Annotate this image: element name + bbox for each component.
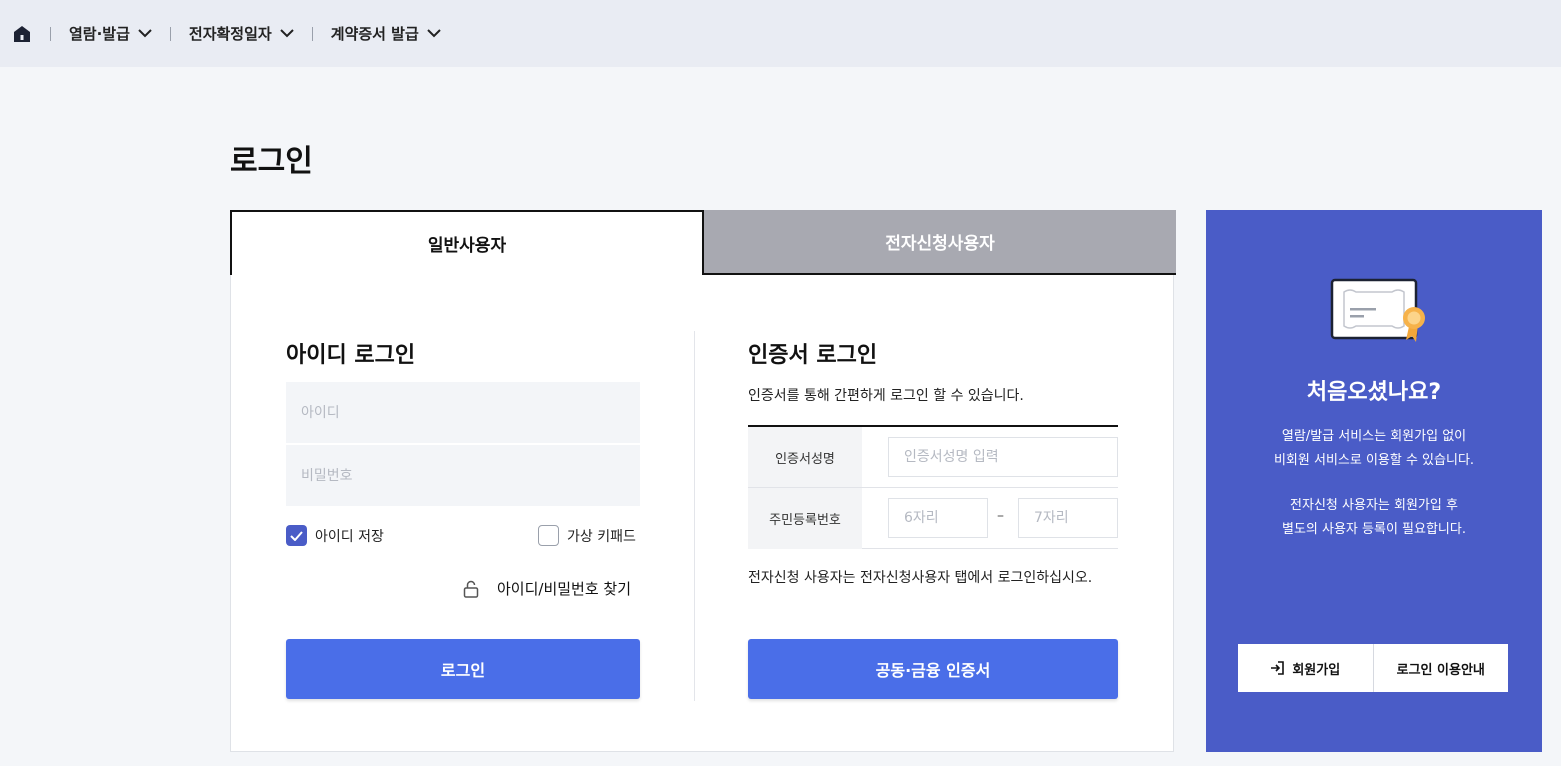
login-guide-button[interactable]: 로그인 이용안내 (1372, 644, 1509, 692)
page-title: 로그인 (230, 144, 313, 179)
cert-name-input[interactable] (888, 437, 1118, 477)
nav-item-e-fixed-date[interactable]: 전자확정일자 (189, 23, 294, 44)
virtual-keypad-label: 가상 키패드 (567, 528, 636, 545)
rrn-row: 주민등록번호 – (748, 488, 1118, 549)
cert-login-title: 인증서 로그인 (748, 343, 878, 368)
rrn-label: 주민등록번호 (748, 488, 862, 549)
rrn-back-input[interactable] (1018, 498, 1118, 538)
checkbox-checked-icon (286, 525, 307, 546)
promo-text-nonmember: 열람/발급 서비스는 회원가입 없이 비회원 서비스로 이용할 수 있습니다. (1206, 425, 1542, 473)
nav-item-contract-issue[interactable]: 계약증서 발급 (331, 23, 441, 44)
save-id-checkbox[interactable]: 아이디 저장 (286, 525, 384, 546)
section-divider (694, 331, 695, 701)
tab-general-user[interactable]: 일반사용자 (230, 210, 704, 275)
password-input[interactable] (286, 445, 640, 506)
login-card: 일반사용자 전자신청사용자 아이디 로그인 아이디 저장 가상 키패드 아이디/… (230, 210, 1176, 752)
nav-item-label: 전자확정일자 (188, 25, 272, 43)
promo-text-line: 비회원 서비스로 이용할 수 있습니다. (1273, 453, 1475, 468)
signup-label: 회원가입 (1292, 662, 1341, 678)
top-navigation: 열람·발급 전자확정일자 계약증서 발급 (0, 0, 1561, 67)
promo-text-line: 별도의 사용자 등록이 필요합니다. (1282, 522, 1466, 537)
rrn-front-input[interactable] (888, 498, 988, 538)
first-visit-panel: 처음오셨나요? 열람/발급 서비스는 회원가입 없이 비회원 서비스로 이용할 … (1206, 210, 1542, 752)
nav-item-label: 열람·발급 (69, 25, 130, 43)
cert-name-label: 인증서성명 (748, 427, 862, 487)
find-label: 아이디/비밀번호 찾기 (497, 580, 632, 598)
find-id-password-link[interactable]: 아이디/비밀번호 찾기 (463, 578, 631, 599)
certificate-login-button[interactable]: 공동·금융 인증서 (748, 639, 1118, 699)
virtual-keypad-checkbox[interactable]: 가상 키패드 (538, 525, 636, 546)
nav-separator (169, 26, 171, 41)
chevron-down-icon (138, 29, 152, 38)
nav-item-label: 계약증서 발급 (330, 25, 419, 43)
cert-form: 인증서성명 주민등록번호 – (748, 425, 1118, 549)
chevron-down-icon (280, 29, 294, 38)
sign-in-arrow-icon (1270, 661, 1285, 675)
checkbox-unchecked-icon (538, 525, 559, 546)
save-id-label: 아이디 저장 (315, 528, 384, 545)
promo-title: 처음오셨나요? (1306, 380, 1442, 405)
signup-button[interactable]: 회원가입 (1238, 644, 1373, 692)
nav-separator (50, 26, 51, 41)
nav-item-view-issue[interactable]: 열람·발급 (69, 23, 152, 44)
home-icon[interactable] (12, 24, 32, 44)
promo-button-group: 회원가입 로그인 이용안내 (1238, 644, 1508, 692)
login-button[interactable]: 로그인 (286, 639, 640, 699)
nav-separator (311, 26, 313, 41)
cert-name-row: 인증서성명 (748, 427, 1118, 488)
promo-text-line: 전자신청 사용자는 회원가입 후 (1290, 498, 1458, 513)
certificate-icon (1330, 278, 1430, 350)
cert-login-note: 전자신청 사용자는 전자신청사용자 탭에서 로그인하십시오. (748, 570, 1093, 586)
tab-electronic-user[interactable]: 전자신청사용자 (704, 210, 1176, 275)
id-login-title: 아이디 로그인 (286, 343, 416, 368)
promo-text-register: 전자신청 사용자는 회원가입 후 별도의 사용자 등록이 필요합니다. (1206, 494, 1542, 542)
unlock-icon (463, 580, 479, 598)
promo-text-line: 열람/발급 서비스는 회원가입 없이 (1281, 429, 1467, 444)
chevron-down-icon (427, 29, 441, 38)
id-input[interactable] (286, 382, 640, 443)
rrn-dash: – (997, 508, 1004, 524)
cert-login-description: 인증서를 통해 간편하게 로그인 할 수 있습니다. (748, 388, 1024, 404)
